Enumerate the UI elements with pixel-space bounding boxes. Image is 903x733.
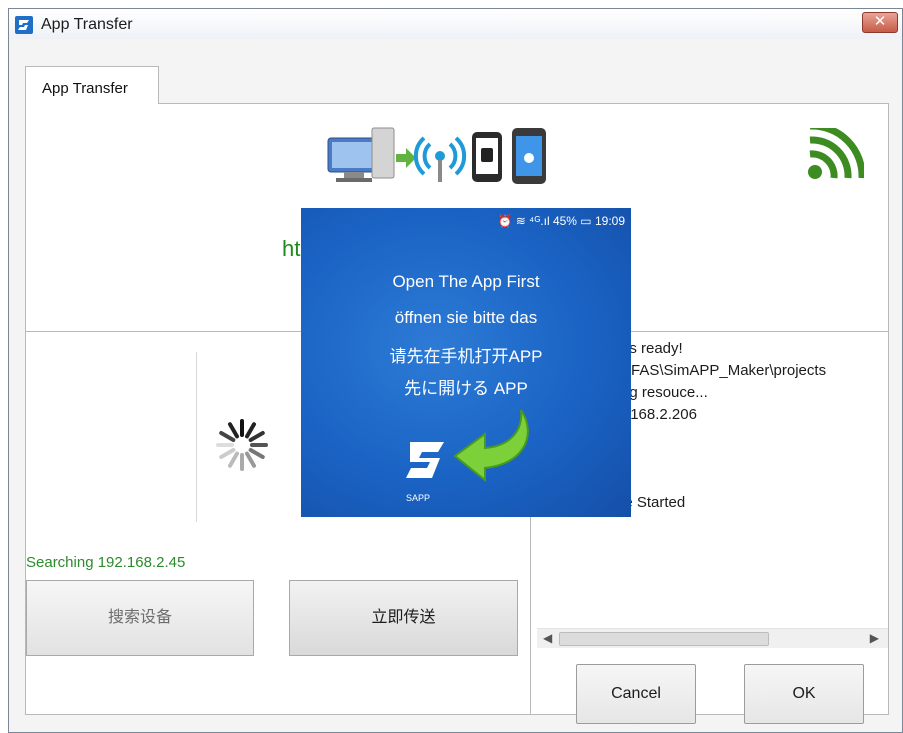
overlay-instruction-de: öffnen sie bitte das [394,308,538,327]
window-title: App Transfer [41,16,133,33]
app-logo-icon [15,16,33,34]
sapp-label: SAPP [406,493,431,503]
transfer-now-button[interactable]: 立即传送 [289,580,518,656]
open-app-overlay: ⏰ ≋ ⁴ᴳ.ıl 45% ▭ 19:09 Open The App First… [301,208,631,517]
overlay-instruction-ja: 先に開ける APP [404,379,528,398]
title-bar[interactable]: App Transfer ✕ [9,9,902,39]
loading-spinner-icon [216,419,268,471]
wifi-signal-icon [808,128,864,179]
search-device-button[interactable]: 搜索设备 [26,580,254,656]
scroll-left-arrow-icon[interactable]: ◀ [543,631,552,645]
pc-to-phone-connection-icon [327,127,546,184]
search-status-text: Searching 192.168.2.45 [26,554,186,571]
cancel-button[interactable]: Cancel [576,664,696,724]
horizontal-scrollbar[interactable]: ◀ ▶ [537,628,888,648]
scrollbar-thumb[interactable] [559,632,769,646]
phone-status-bar: ⏰ ≋ ⁴ᴳ.ıl 45% ▭ 19:09 [497,214,626,228]
overlay-instruction-en: Open The App First [392,272,540,291]
scroll-right-arrow-icon[interactable]: ▶ [870,631,879,645]
green-arrow-icon [453,409,529,483]
tab-app-transfer[interactable]: App Transfer [25,66,159,104]
divider [196,352,197,522]
ok-button[interactable]: OK [744,664,864,724]
close-button[interactable]: ✕ [862,12,898,33]
overlay-instruction-zh: 请先在手机打开APP [389,347,543,366]
connection-url-text: ht [282,236,301,261]
